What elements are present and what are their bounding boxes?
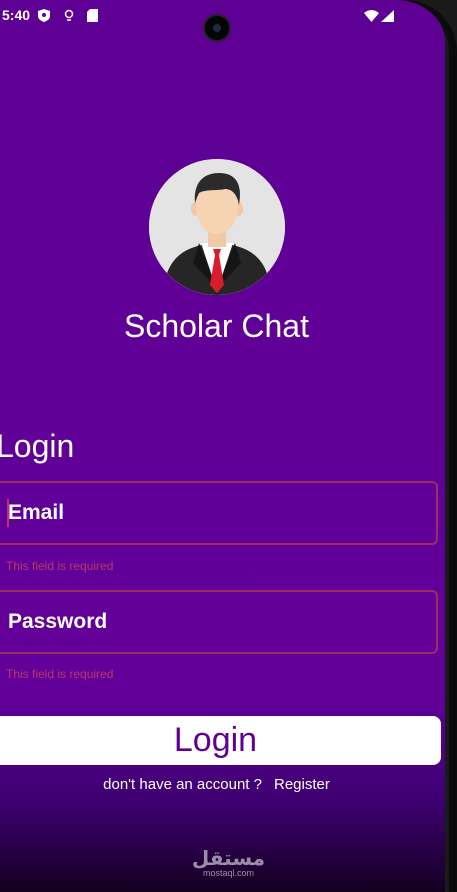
camera-cutout [205, 16, 229, 40]
app-title: Scholar Chat [124, 308, 309, 344]
watermark-logo: مستقل mostaql.com [0, 846, 457, 878]
avatar-illustration [149, 159, 285, 295]
status-time: 5:40 [2, 7, 31, 23]
avatar [149, 159, 285, 295]
sd-card-icon [87, 9, 98, 25]
login-button[interactable]: Login [0, 716, 441, 765]
signal-icon [381, 9, 394, 25]
email-placeholder: Email [8, 501, 65, 524]
app-screen: 5:40 Scholar Chat Login Email This field… [0, 0, 445, 892]
password-error: This field is required [6, 667, 114, 681]
login-heading: Login [0, 428, 75, 464]
password-field[interactable]: Password [0, 590, 438, 654]
shield-icon [38, 9, 50, 25]
watermark-arabic: مستقل [191, 846, 266, 870]
register-prompt: don't have an account ? [103, 776, 262, 793]
wifi-icon [364, 9, 379, 25]
email-field[interactable]: Email [0, 481, 438, 545]
location-icon [64, 9, 74, 25]
register-row: don't have an account ? Register [0, 776, 433, 793]
email-error: This field is required [6, 559, 114, 573]
watermark-latin: mostaql.com [202, 868, 255, 878]
password-placeholder: Password [8, 610, 108, 633]
register-link[interactable]: Register [274, 776, 330, 793]
